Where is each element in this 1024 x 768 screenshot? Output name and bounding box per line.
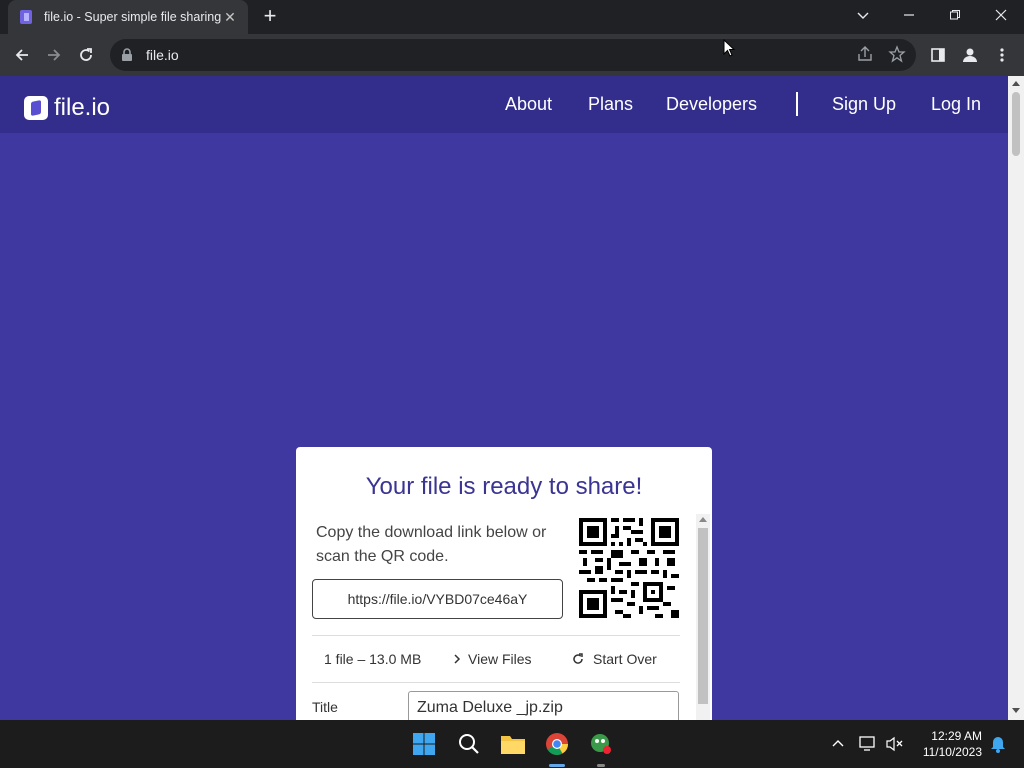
card-scrollbar[interactable] <box>696 514 710 720</box>
reload-icon[interactable] <box>72 41 100 69</box>
restore-icon[interactable] <box>932 0 978 30</box>
scroll-up-icon[interactable] <box>699 517 707 522</box>
profile-icon[interactable] <box>956 41 984 69</box>
divider <box>312 682 680 683</box>
minimize-icon[interactable] <box>886 0 932 30</box>
show-hidden-icons-chevron-icon[interactable] <box>824 730 852 758</box>
site-header: file.io About Plans Developers Sign Up L… <box>0 76 1008 133</box>
system-clock[interactable]: 12:29 AM 11/10/2023 <box>923 728 982 760</box>
title-label: Title <box>312 699 338 715</box>
tab-title: file.io - Super simple file sharing <box>44 10 222 24</box>
nav-plans[interactable]: Plans <box>588 94 633 115</box>
page-scroll-thumb[interactable] <box>1012 92 1020 156</box>
chrome-icon[interactable] <box>543 730 571 758</box>
mouse-cursor-icon <box>723 39 735 57</box>
browser-toolbar: file.io <box>0 34 1024 76</box>
active-app-indicator <box>549 764 565 767</box>
qr-code <box>579 518 679 618</box>
nav-log-in[interactable]: Log In <box>931 94 981 115</box>
page-viewport: file.io About Plans Developers Sign Up L… <box>0 76 1008 720</box>
nav-about[interactable]: About <box>505 94 552 115</box>
start-over-button[interactable]: Start Over <box>572 651 657 667</box>
logo-text: file.io <box>54 94 111 121</box>
nav-developers[interactable]: Developers <box>666 94 757 115</box>
scroll-up-arrow-icon[interactable] <box>1012 81 1020 86</box>
address-bar[interactable]: file.io <box>110 39 916 71</box>
start-over-label: Start Over <box>593 651 657 667</box>
close-window-icon[interactable] <box>978 0 1024 30</box>
view-files-label: View Files <box>468 651 532 667</box>
download-link-field[interactable]: https://file.io/VYBD07ce46aY <box>312 579 563 619</box>
address-url: file.io <box>146 47 179 63</box>
nav-divider <box>796 92 798 116</box>
side-panel-icon[interactable] <box>924 41 952 69</box>
view-files-button[interactable]: View Files <box>452 651 532 667</box>
forward-icon[interactable] <box>40 41 68 69</box>
site-logo[interactable]: file.io <box>24 94 110 122</box>
card-scroll-thumb[interactable] <box>698 528 708 704</box>
tab-strip: file.io - Super simple file sharing ✕ + <box>0 0 1024 34</box>
volume-muted-icon[interactable] <box>881 730 909 758</box>
lock-icon <box>122 48 132 61</box>
notification-bell-icon[interactable] <box>984 730 1012 758</box>
file-explorer-icon[interactable] <box>499 730 527 758</box>
refresh-icon <box>573 653 583 664</box>
running-app-indicator <box>597 764 605 767</box>
file-io-logo-icon <box>24 96 48 120</box>
share-card: Your file is ready to share! Copy the do… <box>296 447 712 720</box>
tab-search-icon[interactable] <box>840 0 886 30</box>
page-scrollbar[interactable] <box>1008 76 1024 720</box>
share-heading: Your file is ready to share! <box>365 473 643 500</box>
share-description: Copy the download link below or scan the… <box>316 524 547 565</box>
game-app-icon[interactable] <box>587 730 615 758</box>
tab-close-icon[interactable]: ✕ <box>222 9 238 25</box>
title-input[interactable]: Zuma Deluxe _jp.zip <box>408 691 679 720</box>
bookmark-star-icon[interactable] <box>888 45 906 63</box>
back-icon[interactable] <box>8 41 36 69</box>
windows-start-icon[interactable] <box>410 730 438 758</box>
clock-time: 12:29 AM <box>931 729 982 743</box>
search-icon[interactable] <box>455 730 483 758</box>
clock-date: 11/10/2023 <box>922 745 982 759</box>
new-tab-icon[interactable]: + <box>258 5 282 29</box>
chevron-right-icon <box>454 654 461 664</box>
file-summary: 1 file – 13.0 MB <box>324 651 422 667</box>
windows-taskbar: 12:29 AM 11/10/2023 <box>0 720 1024 768</box>
network-icon[interactable] <box>855 730 883 758</box>
divider <box>312 635 680 636</box>
nav-sign-up[interactable]: Sign Up <box>832 94 896 115</box>
scroll-down-arrow-icon[interactable] <box>1012 708 1020 713</box>
browser-tab[interactable]: file.io - Super simple file sharing ✕ <box>8 0 248 34</box>
share-icon[interactable] <box>856 45 874 63</box>
file-io-favicon-icon <box>20 10 32 24</box>
menu-kebab-icon[interactable] <box>988 41 1016 69</box>
